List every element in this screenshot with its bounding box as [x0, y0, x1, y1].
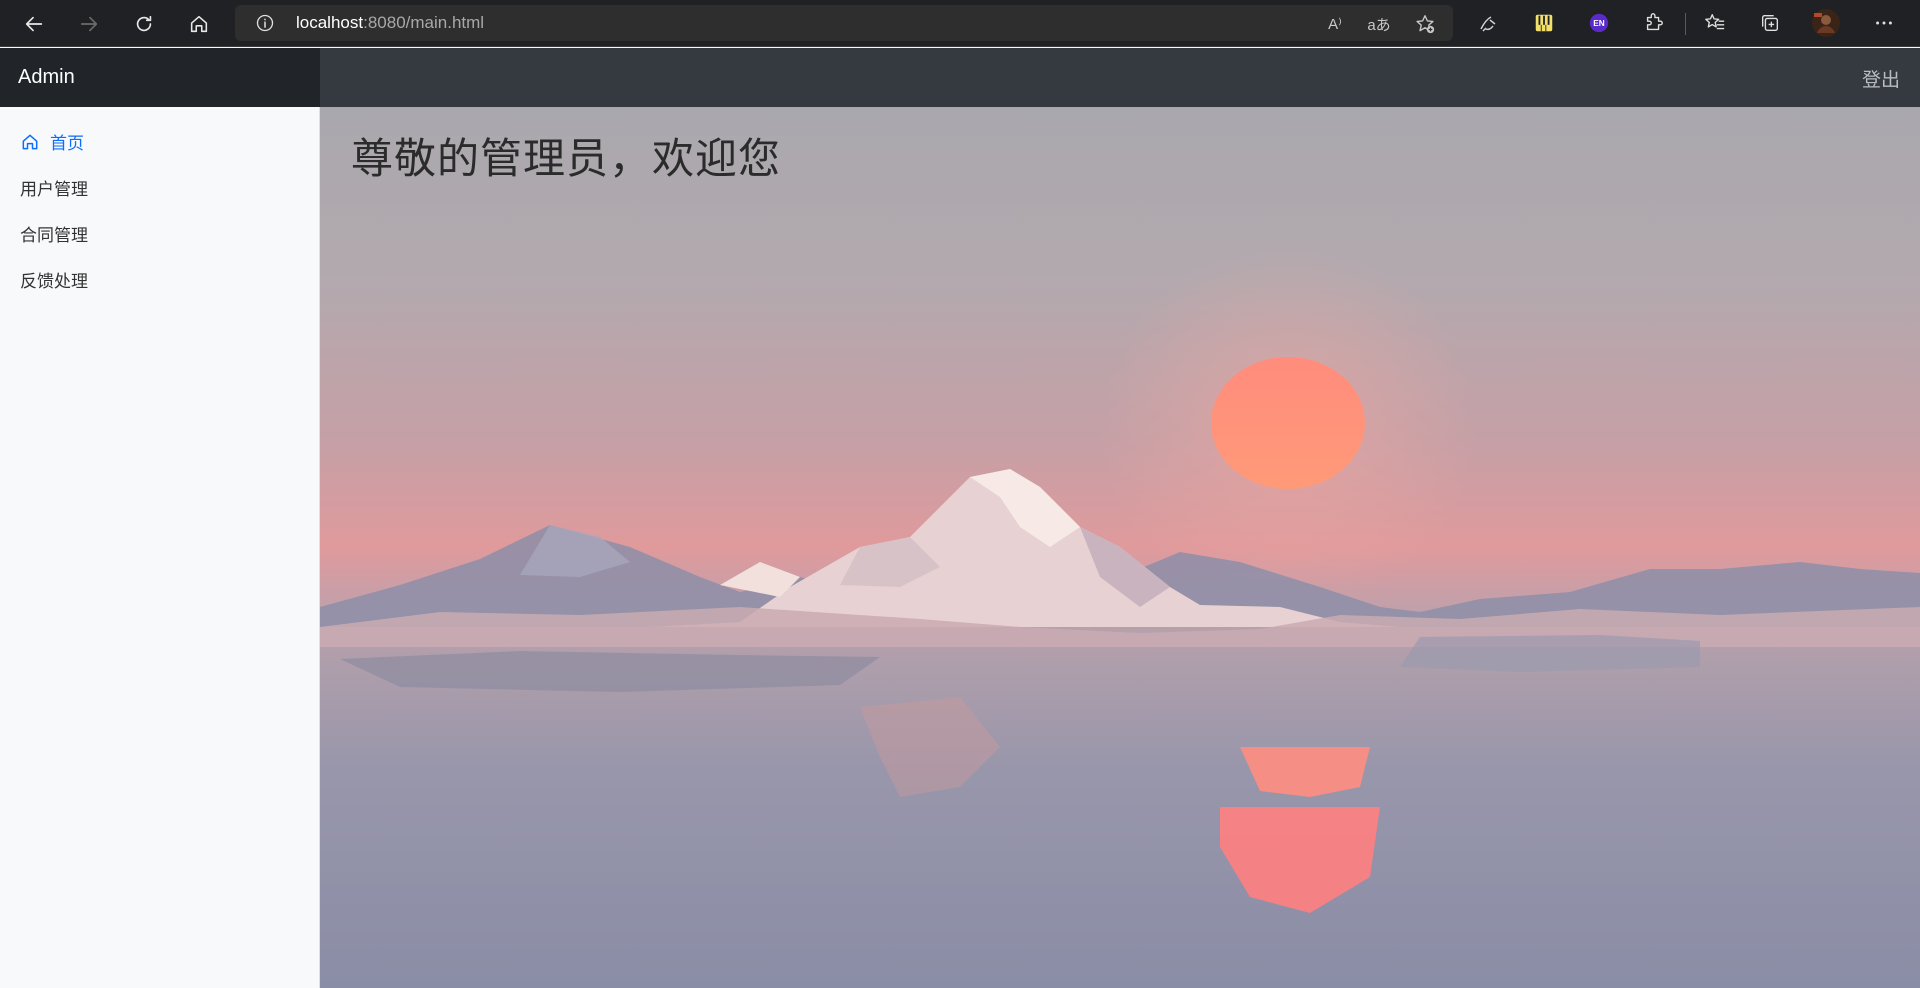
extension-language-icon[interactable]: EN [1583, 7, 1615, 39]
browser-toolbar: localhost:8080/main.html A⁾ aあ EN [0, 0, 1920, 47]
more-menu-icon[interactable] [1868, 7, 1900, 39]
refresh-icon [136, 15, 152, 32]
sidebar: 首页 用户管理 合同管理 反馈处理 [0, 107, 320, 988]
svg-text:EN: EN [1593, 19, 1605, 28]
url-host: localhost [296, 13, 364, 32]
arrow-right-icon [80, 16, 98, 32]
url-text[interactable]: localhost:8080/main.html [296, 13, 484, 33]
main-content: 尊敬的管理员，欢迎您 [320, 107, 1920, 988]
sidebar-item-label: 用户管理 [20, 180, 88, 200]
forward-button[interactable] [71, 6, 107, 42]
extension-music-icon[interactable] [1473, 7, 1505, 39]
add-favorite-icon[interactable] [1413, 12, 1437, 36]
address-bar[interactable]: localhost:8080/main.html A⁾ aあ [235, 5, 1453, 41]
sidebar-item-contract-management[interactable]: 合同管理 [20, 221, 88, 246]
welcome-heading: 尊敬的管理员，欢迎您 [351, 134, 782, 183]
back-button[interactable] [16, 6, 52, 42]
url-path: :8080/main.html [363, 13, 485, 32]
sidebar-item-user-management[interactable]: 用户管理 [20, 175, 88, 200]
profile-avatar[interactable] [1810, 7, 1842, 39]
sidebar-item-feedback[interactable]: 反馈处理 [20, 267, 88, 292]
logout-link[interactable]: 登出 [1862, 65, 1900, 92]
toolbar-separator [1685, 13, 1686, 35]
translate-icon[interactable]: aあ [1367, 12, 1391, 36]
sidebar-item-label: 反馈处理 [20, 272, 88, 292]
collections-icon[interactable] [1754, 7, 1786, 39]
top-navbar: 登出 [320, 48, 1920, 107]
info-icon[interactable] [255, 13, 275, 33]
home-icon [22, 134, 38, 149]
home-icon [190, 15, 208, 33]
background-landscape-image [320, 245, 1920, 988]
navbar-brand[interactable]: Admin [0, 48, 320, 107]
read-aloud-icon[interactable]: A⁾ [1323, 12, 1347, 36]
sidebar-item-home[interactable]: 首页 [20, 129, 84, 154]
sidebar-item-label: 首页 [50, 134, 84, 154]
arrow-left-icon [25, 16, 43, 32]
home-button[interactable] [181, 6, 217, 42]
extension-piano-icon[interactable] [1528, 7, 1560, 39]
sidebar-item-label: 合同管理 [20, 226, 88, 246]
favorites-icon[interactable] [1699, 7, 1731, 39]
extensions-puzzle-icon[interactable] [1638, 7, 1670, 39]
refresh-button[interactable] [126, 6, 162, 42]
